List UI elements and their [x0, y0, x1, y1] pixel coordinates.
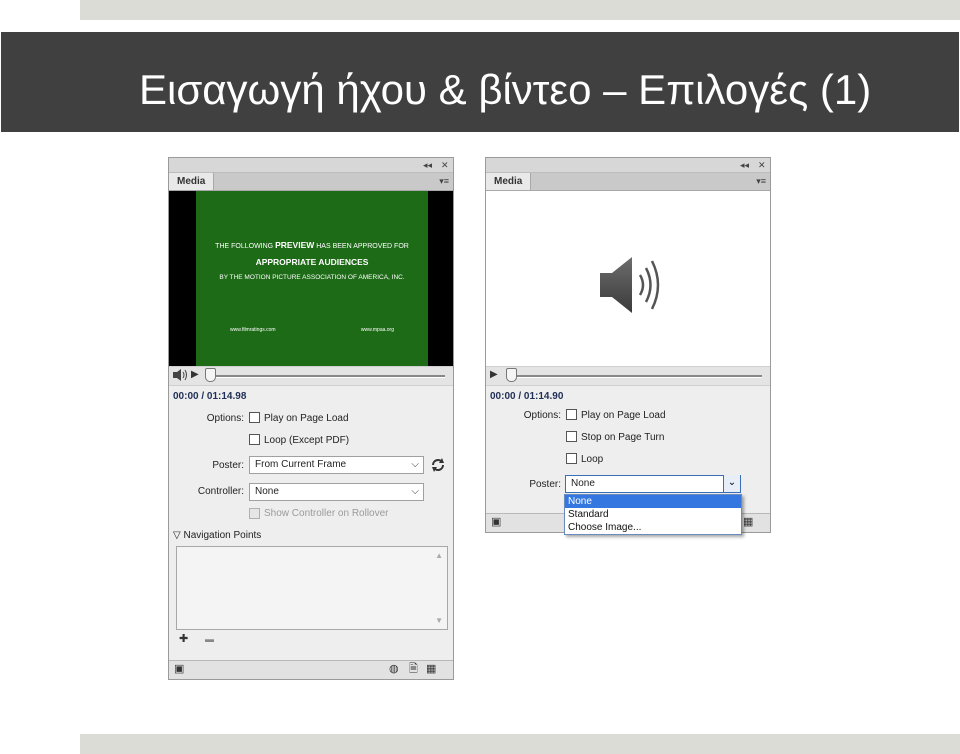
speaker-icon: [600, 257, 660, 313]
poster-select[interactable]: From Current Frame ⌵: [249, 456, 424, 474]
play-on-load-label: Play on Page Load: [581, 410, 666, 421]
scroll-down-icon[interactable]: ▼: [435, 616, 443, 625]
dropdown-option-none[interactable]: None: [565, 495, 741, 508]
media-icon[interactable]: ▦: [426, 663, 436, 676]
collapse-icon[interactable]: ◂◂: [740, 159, 749, 171]
navigation-points-header[interactable]: ▽ Navigation Points: [173, 530, 261, 541]
video-text-line3: BY THE MOTION PICTURE ASSOCIATION OF AME…: [219, 274, 405, 281]
navigation-points-list[interactable]: ▲ ▼: [176, 546, 448, 630]
panel-header: ◂◂ ✕: [486, 158, 770, 173]
chevron-down-icon: ⌵: [411, 486, 419, 497]
remove-point-icon[interactable]: ▬: [205, 634, 214, 644]
scrubber-track[interactable]: [207, 375, 445, 378]
collapse-icon[interactable]: ◂◂: [423, 159, 432, 171]
video-url-left: www.filmratings.com: [230, 327, 276, 333]
chevron-down-icon: ⌵: [411, 459, 419, 470]
chevron-down-icon: ⌄: [723, 475, 740, 492]
loop-checkbox[interactable]: [249, 434, 260, 445]
scrubber-track[interactable]: [506, 375, 762, 378]
bottom-decor-band: [80, 734, 960, 754]
place-file-icon[interactable]: 🗎: [409, 663, 418, 676]
poster-select[interactable]: None ⌄: [565, 475, 741, 493]
tab-row: Media ▾≡: [169, 173, 453, 191]
options-label: Options:: [206, 413, 244, 424]
top-decor-band: [80, 0, 960, 20]
panel-header: ◂◂ ✕: [169, 158, 453, 173]
stop-on-turn-checkbox[interactable]: [566, 431, 577, 442]
play-icon[interactable]: ▶: [490, 369, 498, 380]
volume-icon[interactable]: [172, 368, 188, 385]
poster-dropdown-list: None Standard Choose Image...: [564, 494, 742, 535]
poster-label: Poster:: [529, 479, 561, 490]
time-readout: 00:00 / 01:14.90: [490, 391, 564, 402]
media-panel-video: ◂◂ ✕ Media ▾≡ THE FOLLOWING PREVIEW HAS …: [168, 157, 454, 680]
play-on-load-checkbox[interactable]: [249, 412, 260, 423]
slide-title-bar: Εισαγωγή ήχου & βίντεο – Επιλογές (1): [1, 32, 959, 132]
refresh-icon[interactable]: [429, 456, 447, 477]
media-panel-audio: ◂◂ ✕ Media ▾≡ ▶ 00:00 / 01:14.90 Options…: [485, 157, 771, 533]
scrubber-bar: ▶: [486, 366, 770, 386]
video-text-line2: APPROPRIATE AUDIENCES: [255, 257, 369, 267]
video-frame: THE FOLLOWING PREVIEW HAS BEEN APPROVED …: [196, 191, 428, 366]
options-label: Options:: [523, 410, 561, 421]
play-on-load-label: Play on Page Load: [264, 413, 349, 424]
panel-menu-icon[interactable]: ▾≡: [756, 176, 766, 187]
close-icon[interactable]: ✕: [758, 159, 766, 171]
show-controller-label: Show Controller on Rollover: [264, 508, 389, 519]
video-url-right: www.mpaa.org: [360, 327, 394, 333]
add-point-icon[interactable]: ✚: [179, 632, 188, 645]
loop-checkbox[interactable]: [566, 453, 577, 464]
navigation-points-label: Navigation Points: [183, 530, 262, 541]
show-controller-checkbox[interactable]: [249, 508, 260, 519]
loop-label: Loop: [581, 454, 604, 465]
scroll-up-icon[interactable]: ▲: [435, 551, 443, 560]
triangle-down-icon: ▽: [173, 530, 181, 541]
scrubber-bar: ▶: [169, 366, 453, 386]
tab-row: Media ▾≡: [486, 173, 770, 191]
controller-select[interactable]: None ⌵: [249, 483, 424, 501]
scrubber-thumb[interactable]: [506, 368, 517, 382]
preview-icon[interactable]: ▣: [491, 516, 501, 529]
panel-footer: ▣ ◍ 🗎 ▦: [169, 660, 453, 679]
close-icon[interactable]: ✕: [441, 159, 449, 171]
audio-preview[interactable]: [486, 191, 770, 366]
poster-select-value: None: [571, 478, 595, 489]
dropdown-option-standard[interactable]: Standard: [565, 508, 741, 521]
tab-media[interactable]: Media: [486, 173, 532, 190]
controller-select-value: None: [255, 486, 279, 497]
media-icon[interactable]: ▦: [743, 516, 753, 529]
controller-label: Controller:: [197, 486, 244, 497]
poster-label: Poster:: [212, 460, 244, 471]
dropdown-option-choose-image[interactable]: Choose Image...: [565, 521, 741, 534]
video-text-line1: THE FOLLOWING PREVIEW HAS BEEN APPROVED …: [215, 240, 409, 250]
play-on-load-checkbox[interactable]: [566, 409, 577, 420]
stop-on-turn-label: Stop on Page Turn: [581, 432, 665, 443]
scrubber-thumb[interactable]: [205, 368, 216, 382]
preview-icon[interactable]: ▣: [174, 663, 184, 676]
url-icon[interactable]: ◍: [389, 663, 399, 676]
video-preview[interactable]: THE FOLLOWING PREVIEW HAS BEEN APPROVED …: [169, 191, 453, 366]
tab-media[interactable]: Media: [169, 173, 215, 190]
slide-title: Εισαγωγή ήχου & βίντεο – Επιλογές (1): [139, 66, 872, 113]
play-icon[interactable]: ▶: [191, 369, 199, 380]
panel-menu-icon[interactable]: ▾≡: [439, 176, 449, 187]
time-readout: 00:00 / 01:14.98: [173, 391, 247, 402]
poster-select-value: From Current Frame: [255, 459, 347, 470]
loop-label: Loop (Except PDF): [264, 435, 350, 446]
